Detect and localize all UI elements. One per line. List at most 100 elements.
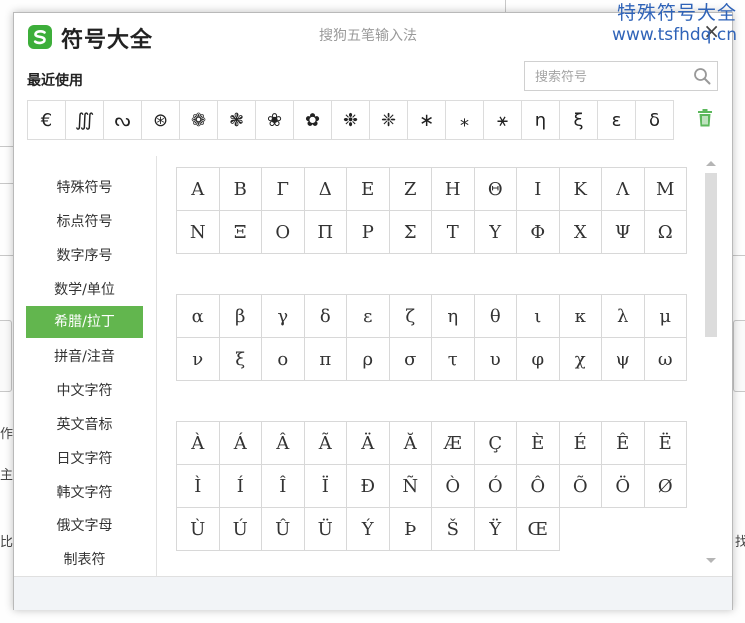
- symbol-cell[interactable]: Κ: [559, 168, 602, 211]
- symbol-cell[interactable]: È: [517, 422, 560, 465]
- symbol-cell[interactable]: ζ: [389, 295, 432, 338]
- symbol-cell[interactable]: Ψ: [602, 211, 645, 254]
- symbol-cell[interactable]: β: [219, 295, 262, 338]
- symbol-cell[interactable]: ι: [517, 295, 560, 338]
- symbol-cell[interactable]: α: [177, 295, 220, 338]
- symbol-cell[interactable]: Ù: [177, 508, 220, 551]
- category-item[interactable]: 特殊符号: [26, 172, 143, 204]
- symbol-cell[interactable]: φ: [517, 338, 560, 381]
- symbol-cell[interactable]: μ: [644, 295, 687, 338]
- category-item[interactable]: 希腊/拉丁: [26, 306, 143, 338]
- scroll-up-icon[interactable]: [706, 161, 716, 166]
- symbol-cell[interactable]: ε: [347, 295, 390, 338]
- symbol-cell[interactable]: Π: [304, 211, 347, 254]
- search-input[interactable]: [533, 63, 687, 91]
- symbol-cell[interactable]: κ: [559, 295, 602, 338]
- symbol-cell[interactable]: Α: [177, 168, 220, 211]
- symbol-cell[interactable]: Ø: [644, 465, 687, 508]
- symbol-cell[interactable]: Š: [432, 508, 475, 551]
- symbol-cell[interactable]: Ê: [602, 422, 645, 465]
- symbol-cell[interactable]: Æ: [432, 422, 475, 465]
- symbol-cell[interactable]: Ö: [602, 465, 645, 508]
- symbol-cell[interactable]: ξ: [219, 338, 262, 381]
- scroll-down-icon[interactable]: [706, 558, 716, 563]
- symbol-cell[interactable]: Ë: [644, 422, 687, 465]
- category-item[interactable]: 俄文字母: [26, 510, 143, 542]
- symbol-cell[interactable]: Ă: [389, 422, 432, 465]
- recent-symbol-cell[interactable]: ✿: [294, 101, 332, 139]
- symbol-cell[interactable]: Ô: [517, 465, 560, 508]
- recent-symbol-cell[interactable]: δ: [636, 101, 673, 139]
- symbol-cell[interactable]: Δ: [304, 168, 347, 211]
- symbol-cell[interactable]: É: [559, 422, 602, 465]
- symbol-cell[interactable]: Í: [219, 465, 262, 508]
- symbol-cell[interactable]: λ: [602, 295, 645, 338]
- search-box[interactable]: [524, 61, 718, 91]
- recent-symbol-cell[interactable]: ∭: [66, 101, 104, 139]
- recent-symbol-cell[interactable]: €: [28, 101, 66, 139]
- symbol-cell[interactable]: η: [432, 295, 475, 338]
- category-item[interactable]: 英文音标: [26, 409, 143, 441]
- recent-symbol-cell[interactable]: ❉: [332, 101, 370, 139]
- symbol-cell[interactable]: Ε: [347, 168, 390, 211]
- symbol-cell[interactable]: Η: [432, 168, 475, 211]
- symbol-cell[interactable]: Υ: [474, 211, 517, 254]
- recent-symbol-cell[interactable]: ∗: [408, 101, 446, 139]
- symbol-cell[interactable]: π: [304, 338, 347, 381]
- symbol-cell[interactable]: Ÿ: [474, 508, 517, 551]
- symbol-cell[interactable]: ο: [262, 338, 305, 381]
- symbol-cell[interactable]: Õ: [559, 465, 602, 508]
- recent-symbol-cell[interactable]: ❈: [370, 101, 408, 139]
- symbol-cell[interactable]: Τ: [432, 211, 475, 254]
- symbol-cell[interactable]: Λ: [602, 168, 645, 211]
- recent-symbol-cell[interactable]: ❁: [180, 101, 218, 139]
- symbol-cell[interactable]: σ: [389, 338, 432, 381]
- symbol-cell[interactable]: Ω: [644, 211, 687, 254]
- category-item[interactable]: 拼音/注音: [26, 341, 143, 373]
- symbol-cell[interactable]: γ: [262, 295, 305, 338]
- symbol-cell[interactable]: Φ: [517, 211, 560, 254]
- recent-symbol-cell[interactable]: ❃: [218, 101, 256, 139]
- symbol-cell[interactable]: À: [177, 422, 220, 465]
- symbol-cell[interactable]: ρ: [347, 338, 390, 381]
- symbol-cell[interactable]: Ι: [517, 168, 560, 211]
- symbol-cell[interactable]: Μ: [644, 168, 687, 211]
- symbol-cell[interactable]: Ν: [177, 211, 220, 254]
- symbol-cell[interactable]: θ: [474, 295, 517, 338]
- symbol-cell[interactable]: Ä: [347, 422, 390, 465]
- symbol-cell[interactable]: Θ: [474, 168, 517, 211]
- symbol-cell[interactable]: Ú: [219, 508, 262, 551]
- symbol-cell[interactable]: Û: [262, 508, 305, 551]
- symbol-cell[interactable]: Đ: [347, 465, 390, 508]
- recent-symbol-cell[interactable]: η: [522, 101, 560, 139]
- symbol-cell[interactable]: Ρ: [347, 211, 390, 254]
- symbol-cell[interactable]: Á: [219, 422, 262, 465]
- category-item[interactable]: 韩文字符: [26, 477, 143, 509]
- category-item[interactable]: 中文字符: [26, 375, 143, 407]
- symbol-cell[interactable]: υ: [474, 338, 517, 381]
- symbol-cell[interactable]: Β: [219, 168, 262, 211]
- recent-symbol-cell[interactable]: ε: [598, 101, 636, 139]
- trash-icon[interactable]: [697, 109, 713, 127]
- search-icon[interactable]: [693, 67, 711, 85]
- symbol-cell[interactable]: Ì: [177, 465, 220, 508]
- recent-symbol-cell[interactable]: ❀: [256, 101, 294, 139]
- symbol-cell[interactable]: Ü: [304, 508, 347, 551]
- recent-symbol-cell[interactable]: ⁎: [446, 101, 484, 139]
- symbol-cell[interactable]: δ: [304, 295, 347, 338]
- scrollbar[interactable]: [704, 159, 718, 563]
- symbol-cell[interactable]: Ï: [304, 465, 347, 508]
- category-item[interactable]: 数字序号: [26, 240, 143, 272]
- symbol-cell[interactable]: Ó: [474, 465, 517, 508]
- symbol-cell[interactable]: Ο: [262, 211, 305, 254]
- symbol-cell[interactable]: Γ: [262, 168, 305, 211]
- recent-symbol-cell[interactable]: ᔓ: [104, 101, 142, 139]
- symbol-cell[interactable]: Ã: [304, 422, 347, 465]
- symbol-cell[interactable]: Σ: [389, 211, 432, 254]
- category-item[interactable]: 标点符号: [26, 206, 143, 238]
- symbol-cell[interactable]: Ξ: [219, 211, 262, 254]
- category-item[interactable]: 日文字符: [26, 443, 143, 475]
- recent-symbol-cell[interactable]: ξ: [560, 101, 598, 139]
- symbol-cell[interactable]: ψ: [602, 338, 645, 381]
- category-item[interactable]: 数学/单位: [26, 274, 143, 306]
